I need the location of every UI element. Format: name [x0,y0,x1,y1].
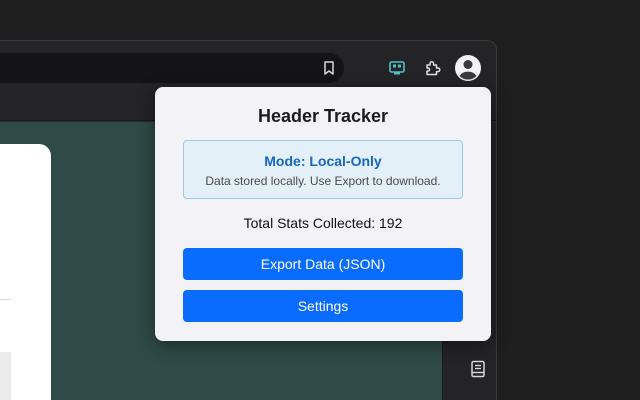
header-tracker-extension-button[interactable] [384,55,410,81]
bookmark-icon [324,61,334,75]
card-divider [0,299,11,300]
bookmark-star-button[interactable] [319,58,339,78]
stats-count: Total Stats Collected: 192 [243,215,403,231]
popup-title: Header Tracker [257,106,389,126]
extension-popup: Header Tracker Mode: Local-Only Data sto… [155,87,491,341]
card-block [0,352,11,400]
profile-button[interactable] [454,54,482,82]
header-tracker-extension-icon [389,61,405,75]
mode-label: Mode: Local-Only [264,153,382,169]
mode-description: Data stored locally. Use Export to downl… [205,174,441,188]
reading-list-icon [471,360,485,378]
page-card [0,144,51,400]
puzzle-icon [426,60,441,76]
profile-icon [455,55,481,81]
extensions-menu-button[interactable] [420,55,446,81]
settings-button[interactable]: Settings [183,290,463,322]
reading-list-button[interactable] [466,357,490,381]
mode-info-box: Mode: Local-Only Data stored locally. Us… [183,140,463,199]
export-data-button[interactable]: Export Data (JSON) [183,248,463,280]
screen: Header Tracker Mode: Local-Only Data sto… [0,0,640,400]
address-bar[interactable] [0,53,344,83]
